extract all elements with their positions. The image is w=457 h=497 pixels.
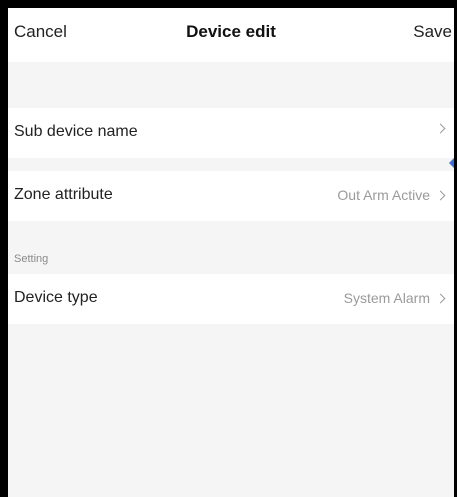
row-device-type[interactable]: Device type System Alarm	[8, 274, 454, 324]
row-value: System Alarm	[343, 290, 430, 306]
row-label: Device type	[14, 289, 98, 306]
chevron-right-icon	[435, 123, 446, 134]
navigation-bar: Cancel Device edit Save	[8, 8, 454, 62]
chevron-right-icon	[435, 293, 446, 304]
device-edit-screen: Cancel Device edit Save Sub device name …	[8, 8, 454, 497]
page-title: Device edit	[186, 22, 276, 41]
row-sub-device-name[interactable]: Sub device name	[8, 108, 454, 158]
chevron-right-icon	[435, 190, 446, 201]
row-value-group: Out Arm Active	[337, 187, 446, 203]
row-value-group	[430, 123, 446, 134]
row-value-group: System Alarm	[343, 290, 446, 306]
row-label: Sub device name	[14, 123, 138, 140]
row-value: Out Arm Active	[337, 187, 430, 203]
row-zone-attribute[interactable]: Zone attribute Out Arm Active	[8, 171, 454, 221]
scroll-indicator-icon	[449, 158, 454, 168]
save-button[interactable]: Save	[413, 22, 452, 42]
row-label: Zone attribute	[14, 186, 113, 203]
section-header-setting: Setting	[14, 253, 49, 265]
